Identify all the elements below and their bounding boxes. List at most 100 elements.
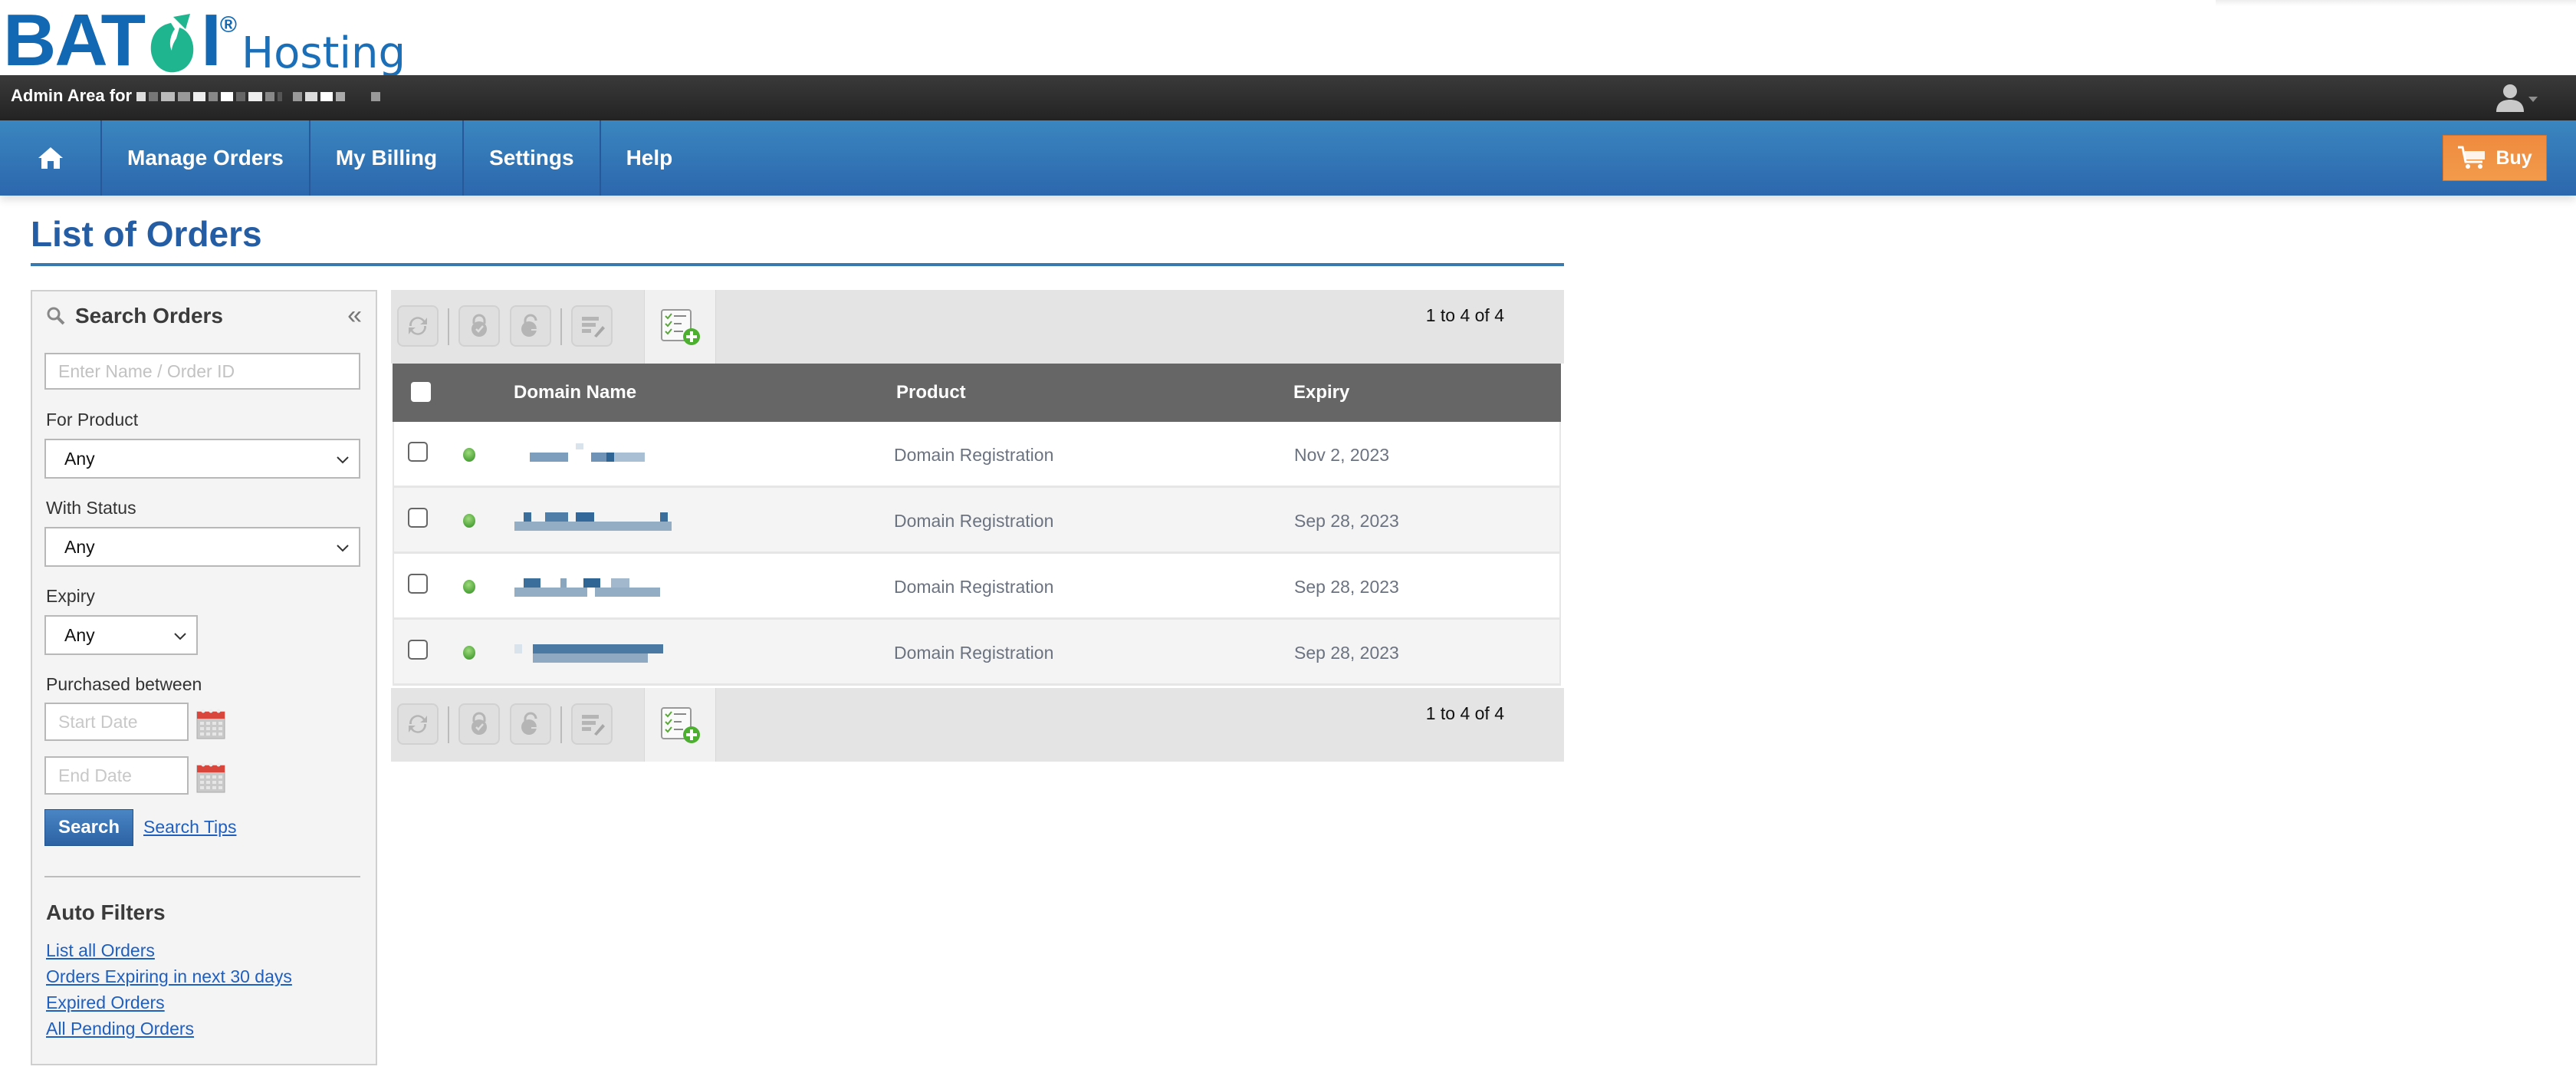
chevron-down-icon xyxy=(337,456,349,464)
collapse-sidebar-button[interactable]: « xyxy=(347,302,362,328)
cart-icon xyxy=(2458,146,2486,169)
home-icon xyxy=(38,147,63,169)
pagination-count: 1 to 4 of 4 xyxy=(1425,305,1504,325)
refresh-button[interactable] xyxy=(397,703,439,745)
filter-expiring-30-days[interactable]: Orders Expiring in next 30 days xyxy=(46,966,292,986)
product-cell: Domain Registration xyxy=(894,445,1054,465)
nav-manage-orders[interactable]: Manage Orders xyxy=(102,120,310,196)
domain-name-redacted[interactable] xyxy=(514,442,672,468)
table-row[interactable]: Domain Registration Nov 2, 2023 xyxy=(393,422,1561,488)
table-row[interactable]: Domain Registration Sep 28, 2023 xyxy=(393,554,1561,620)
chevron-down-icon xyxy=(174,633,186,640)
column-header-expiry[interactable]: Expiry xyxy=(1293,382,1349,403)
table-row[interactable]: Domain Registration Sep 28, 2023 xyxy=(393,488,1561,554)
brand-logo[interactable]: BAT I ® Hosting xyxy=(3,0,406,81)
filter-expired-orders[interactable]: Expired Orders xyxy=(46,992,292,1012)
filter-list-all-orders[interactable]: List all Orders xyxy=(46,940,292,960)
lock-approve-icon xyxy=(472,712,487,735)
unlock-transfer-icon xyxy=(521,712,540,735)
toolbar-separator xyxy=(560,706,562,743)
buy-button[interactable]: Buy xyxy=(2443,135,2547,181)
lock-approve-icon xyxy=(472,314,487,337)
select-all-checkbox[interactable] xyxy=(411,382,431,402)
toolbar-separator xyxy=(448,706,449,743)
row-checkbox[interactable] xyxy=(408,442,428,462)
edit-list-button[interactable] xyxy=(571,703,613,745)
pagination-count: 1 to 4 of 4 xyxy=(1425,703,1504,723)
edit-list-button[interactable] xyxy=(571,305,613,347)
toolbar-separator xyxy=(448,308,449,345)
leaf-icon xyxy=(146,12,196,73)
add-checklist-icon xyxy=(661,309,700,345)
row-checkbox[interactable] xyxy=(408,640,428,660)
lock-approve-button[interactable] xyxy=(458,703,500,745)
domain-name-redacted[interactable] xyxy=(514,508,672,534)
title-divider xyxy=(31,263,1564,266)
status-value: Any xyxy=(64,536,95,557)
expiry-cell: Nov 2, 2023 xyxy=(1294,445,1390,465)
product-cell: Domain Registration xyxy=(894,511,1054,531)
unlock-transfer-button[interactable] xyxy=(510,703,551,745)
status-active-icon xyxy=(463,580,475,594)
expiry-cell: Sep 28, 2023 xyxy=(1294,643,1399,663)
orders-table: Domain Name Product Expiry Domain Regist… xyxy=(393,364,1561,686)
top-toolbar: 1 to 4 of 4 xyxy=(391,290,1564,364)
add-order-button[interactable] xyxy=(644,290,716,364)
expiry-value: Any xyxy=(64,624,95,645)
logo-hosting-text: Hosting xyxy=(241,28,406,78)
domain-name-redacted[interactable] xyxy=(514,574,672,600)
nav-home[interactable] xyxy=(0,120,102,196)
search-tips-link[interactable]: Search Tips xyxy=(143,817,236,838)
expiry-label: Expiry xyxy=(46,586,95,606)
search-button[interactable]: Search xyxy=(44,809,133,846)
nav-help[interactable]: Help xyxy=(601,120,698,196)
end-date-input[interactable] xyxy=(44,756,189,795)
name-order-search-input[interactable] xyxy=(44,353,360,390)
product-cell: Domain Registration xyxy=(894,643,1054,663)
table-row[interactable]: Domain Registration Sep 28, 2023 xyxy=(393,620,1561,686)
nav-my-billing[interactable]: My Billing xyxy=(310,120,465,196)
lock-approve-button[interactable] xyxy=(458,305,500,347)
purchased-between-label: Purchased between xyxy=(46,674,202,694)
top-shadow xyxy=(2216,0,2576,6)
chevron-down-icon xyxy=(337,545,349,552)
admin-bar: Admin Area for xyxy=(0,75,2576,120)
expiry-cell: Sep 28, 2023 xyxy=(1294,577,1399,597)
expiry-select[interactable]: Any xyxy=(44,615,198,655)
redacted-account-name xyxy=(136,92,383,101)
calendar-icon[interactable] xyxy=(196,707,225,739)
row-checkbox[interactable] xyxy=(408,508,428,528)
row-checkbox[interactable] xyxy=(408,574,428,594)
user-icon xyxy=(2496,84,2538,112)
logo-wordmark: BAT I xyxy=(3,0,222,81)
expiry-cell: Sep 28, 2023 xyxy=(1294,511,1399,531)
main-nav: Manage Orders My Billing Settings Help B… xyxy=(0,120,2576,196)
for-product-value: Any xyxy=(64,448,95,469)
domain-name-redacted[interactable] xyxy=(514,640,672,666)
column-header-domain[interactable]: Domain Name xyxy=(514,382,636,403)
user-menu[interactable] xyxy=(2495,83,2548,114)
add-order-button[interactable] xyxy=(644,688,716,762)
sidebar-header: Search Orders xyxy=(46,304,223,328)
unlock-transfer-button[interactable] xyxy=(510,305,551,347)
calendar-icon[interactable] xyxy=(196,761,225,793)
page-title: List of Orders xyxy=(31,214,262,254)
start-date-input[interactable] xyxy=(44,703,189,741)
column-header-product[interactable]: Product xyxy=(896,382,966,403)
search-icon xyxy=(47,307,65,325)
nav-settings[interactable]: Settings xyxy=(464,120,601,196)
product-cell: Domain Registration xyxy=(894,577,1054,597)
for-product-select[interactable]: Any xyxy=(44,439,360,479)
filter-pending-orders[interactable]: All Pending Orders xyxy=(46,1019,292,1039)
add-checklist-icon xyxy=(661,707,700,743)
refresh-button[interactable] xyxy=(397,305,439,347)
status-label: With Status xyxy=(46,498,136,518)
status-active-icon xyxy=(463,646,475,660)
auto-filters-list: List all Orders Orders Expiring in next … xyxy=(46,940,292,1039)
status-select[interactable]: Any xyxy=(44,527,360,567)
toolbar-separator xyxy=(560,308,562,345)
auto-filters-title: Auto Filters xyxy=(46,900,166,924)
edit-list-icon xyxy=(582,715,605,736)
edit-list-icon xyxy=(582,317,605,337)
status-active-icon xyxy=(463,514,475,528)
